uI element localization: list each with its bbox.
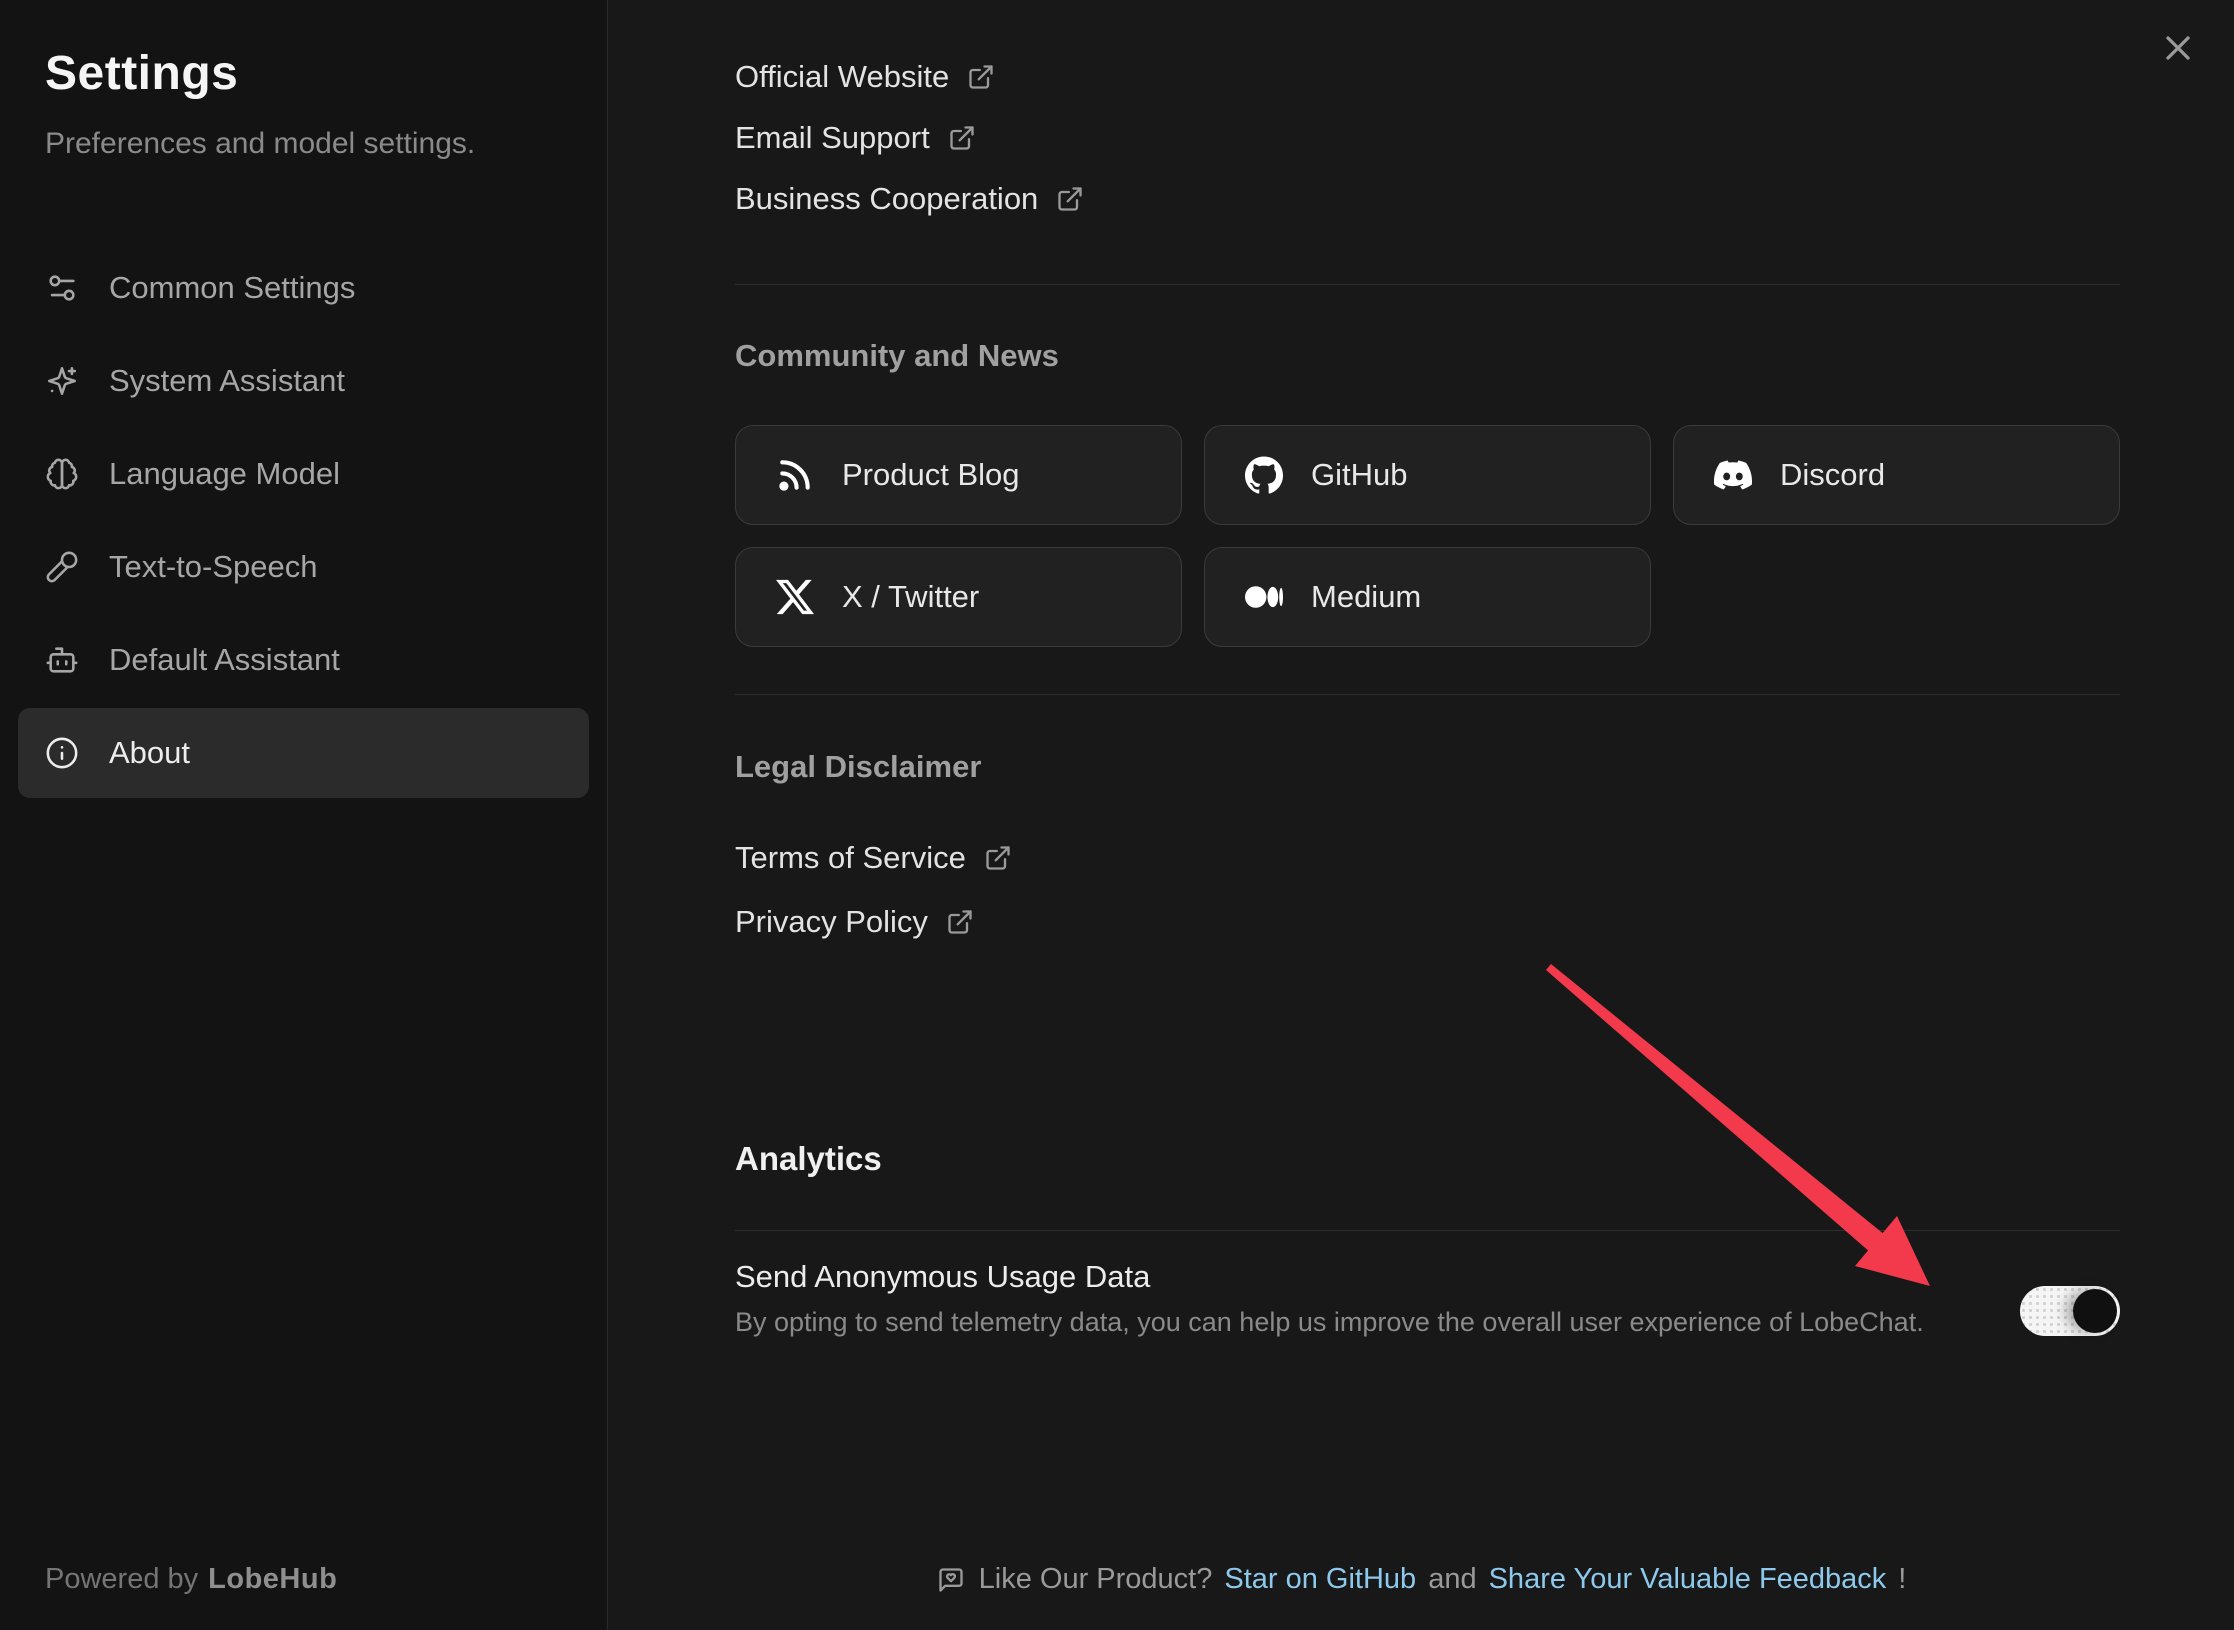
community-heading: Community and News bbox=[735, 337, 2120, 375]
powered-by: Powered by LobeHub bbox=[45, 1563, 337, 1596]
sidebar-item-label: System Assistant bbox=[109, 363, 345, 399]
discord-icon bbox=[1714, 456, 1752, 494]
legal-heading: Legal Disclaimer bbox=[735, 748, 2120, 786]
sidebar-item-label: Language Model bbox=[109, 456, 340, 492]
rss-icon bbox=[776, 456, 814, 494]
x-twitter-button[interactable]: X / Twitter bbox=[735, 547, 1182, 647]
link-label: Terms of Service bbox=[735, 840, 966, 876]
about-content: Contact Us Official Website Email Suppor… bbox=[735, 0, 2120, 1339]
section-divider bbox=[735, 694, 2120, 695]
privacy-policy-link[interactable]: Privacy Policy bbox=[735, 890, 974, 954]
github-button[interactable]: GitHub bbox=[1204, 425, 1651, 525]
section-divider bbox=[735, 1230, 2120, 1231]
sidebar-item-system-assistant[interactable]: System Assistant bbox=[18, 336, 589, 426]
page-subtitle: Preferences and model settings. bbox=[45, 126, 607, 162]
discord-button[interactable]: Discord bbox=[1673, 425, 2120, 525]
star-on-github-link[interactable]: Star on GitHub bbox=[1224, 1563, 1416, 1596]
contact-links: Official Website Email Support Business … bbox=[735, 46, 2120, 229]
link-label: Business Cooperation bbox=[735, 181, 1038, 217]
medium-button[interactable]: Medium bbox=[1204, 547, 1651, 647]
external-link-icon bbox=[967, 63, 995, 91]
powered-by-text: Powered by bbox=[45, 1563, 198, 1595]
brain-icon bbox=[45, 457, 79, 491]
settings-modal: { "sidebar": { "title": "Settings", "sub… bbox=[0, 0, 2234, 1630]
button-label: GitHub bbox=[1311, 457, 1407, 493]
about-panel: Contact Us Official Website Email Suppor… bbox=[609, 0, 2234, 1630]
official-website-link[interactable]: Official Website bbox=[735, 46, 995, 107]
message-heart-icon bbox=[937, 1566, 965, 1594]
business-cooperation-link[interactable]: Business Cooperation bbox=[735, 168, 1084, 229]
x-twitter-icon bbox=[776, 578, 814, 616]
bot-icon bbox=[45, 643, 79, 677]
email-support-link[interactable]: Email Support bbox=[735, 107, 976, 168]
link-label: Privacy Policy bbox=[735, 904, 928, 940]
settings-sidebar: Settings Preferences and model settings.… bbox=[0, 0, 608, 1630]
terms-of-service-link[interactable]: Terms of Service bbox=[735, 826, 1012, 890]
toggle-knob bbox=[2073, 1289, 2117, 1333]
microphone-icon bbox=[45, 550, 79, 584]
sidebar-item-about[interactable]: About bbox=[18, 708, 589, 798]
telemetry-toggle[interactable] bbox=[2020, 1286, 2120, 1336]
product-blog-button[interactable]: Product Blog bbox=[735, 425, 1182, 525]
section-divider bbox=[735, 284, 2120, 285]
external-link-icon bbox=[984, 844, 1012, 872]
footer-prefix: Like Our Product? bbox=[979, 1563, 1213, 1596]
medium-icon bbox=[1245, 578, 1283, 616]
sidebar-item-text-to-speech[interactable]: Text-to-Speech bbox=[18, 522, 589, 612]
sliders-icon bbox=[45, 271, 79, 305]
footer-suffix: ! bbox=[1898, 1563, 1906, 1596]
external-link-icon bbox=[1056, 185, 1084, 213]
footer-middle: and bbox=[1428, 1563, 1476, 1596]
sidebar-item-label: Default Assistant bbox=[109, 642, 340, 678]
analytics-heading: Analytics bbox=[735, 1140, 2120, 1178]
telemetry-setting-description: By opting to send telemetry data, you ca… bbox=[735, 1305, 1924, 1339]
page-title: Settings bbox=[45, 46, 607, 102]
button-label: Discord bbox=[1780, 457, 1885, 493]
button-label: Product Blog bbox=[842, 457, 1020, 493]
share-feedback-link[interactable]: Share Your Valuable Feedback bbox=[1489, 1563, 1887, 1596]
sidebar-item-common-settings[interactable]: Common Settings bbox=[18, 243, 589, 333]
telemetry-setting-row: Send Anonymous Usage Data By opting to s… bbox=[735, 1257, 2120, 1339]
close-icon[interactable] bbox=[2158, 28, 2198, 68]
telemetry-setting-text: Send Anonymous Usage Data By opting to s… bbox=[735, 1257, 1924, 1339]
button-label: Medium bbox=[1311, 579, 1421, 615]
external-link-icon bbox=[946, 908, 974, 936]
sidebar-item-label: Common Settings bbox=[109, 270, 355, 306]
sparkles-icon bbox=[45, 364, 79, 398]
lobehub-brand-link[interactable]: LobeHub bbox=[208, 1563, 337, 1595]
sidebar-item-label: About bbox=[109, 735, 190, 771]
feedback-footer: Like Our Product? Star on GitHub and Sha… bbox=[609, 1563, 2234, 1596]
link-label: Email Support bbox=[735, 120, 930, 156]
sidebar-item-language-model[interactable]: Language Model bbox=[18, 429, 589, 519]
github-icon bbox=[1245, 456, 1283, 494]
legal-links: Terms of Service Privacy Policy bbox=[735, 826, 2120, 954]
external-link-icon bbox=[948, 124, 976, 152]
contact-heading: Contact Us bbox=[735, 0, 2120, 4]
community-buttons: Product Blog GitHub Discord X / Twitter … bbox=[735, 425, 2120, 647]
telemetry-setting-label: Send Anonymous Usage Data bbox=[735, 1257, 1924, 1297]
info-icon bbox=[45, 736, 79, 770]
settings-nav: Common Settings System Assistant Languag… bbox=[0, 243, 607, 798]
link-label: Official Website bbox=[735, 59, 949, 95]
button-label: X / Twitter bbox=[842, 579, 979, 615]
sidebar-item-default-assistant[interactable]: Default Assistant bbox=[18, 615, 589, 705]
sidebar-item-label: Text-to-Speech bbox=[109, 549, 318, 585]
